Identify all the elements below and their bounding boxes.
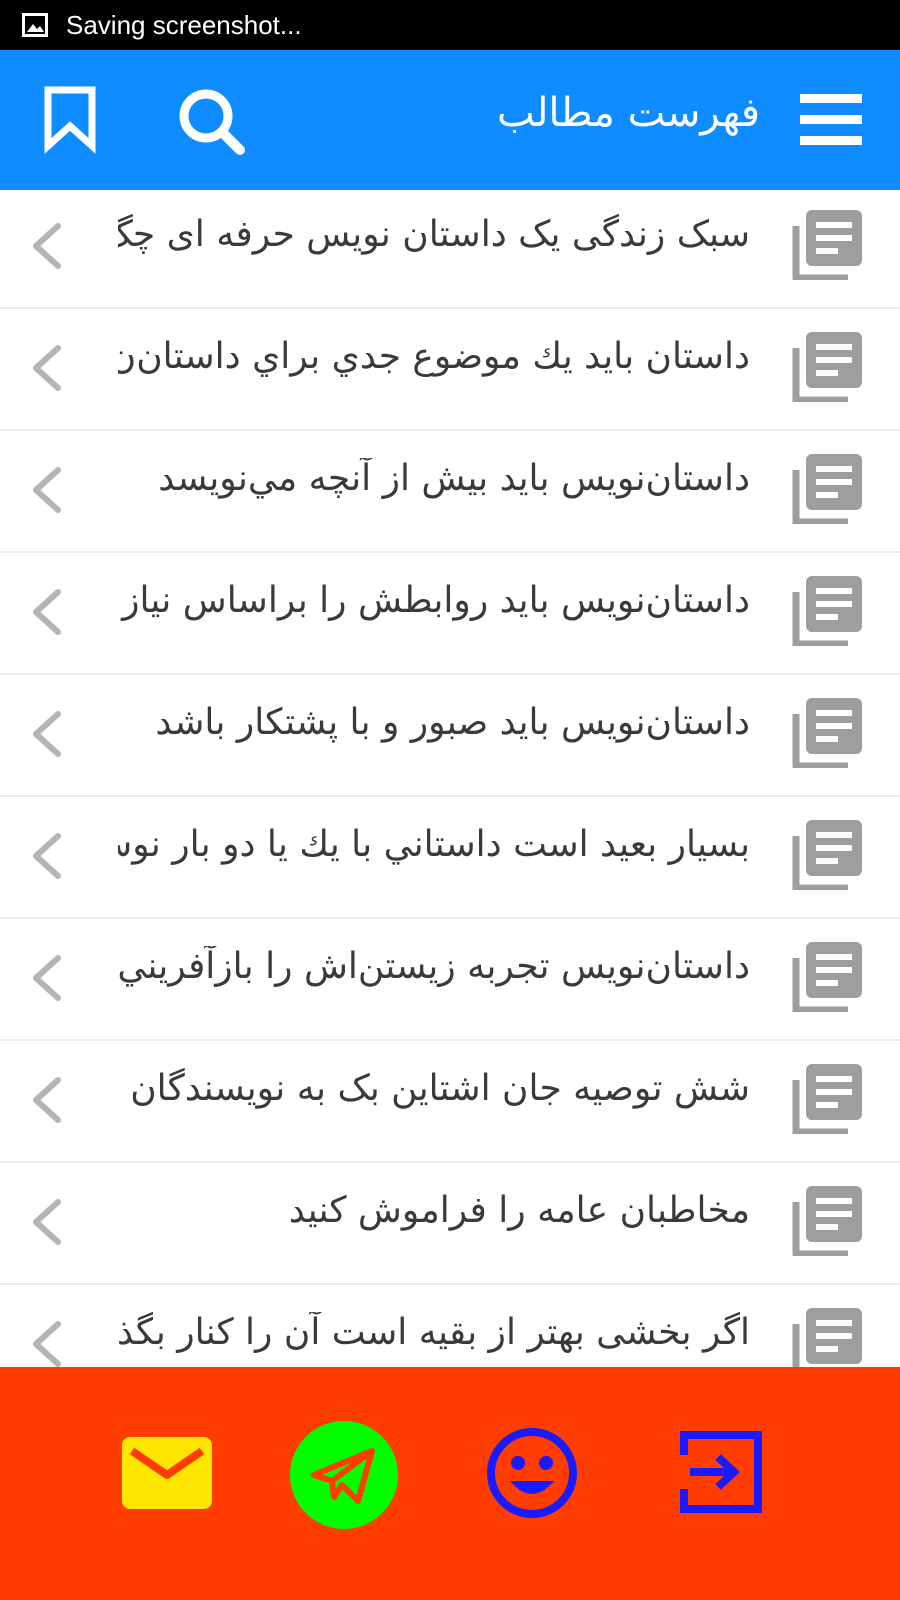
telegram-icon[interactable]	[290, 1421, 398, 1529]
article-icon	[792, 208, 864, 282]
chevron-left-icon	[28, 1196, 64, 1248]
article-icon	[792, 452, 864, 526]
article-title: داستان بايد يك موضوع جدي براي داستان‌ن	[118, 336, 750, 377]
article-icon	[792, 818, 864, 892]
list-item[interactable]: بسيار بعيد است داستاني با يك يا دو بار ن…	[0, 798, 900, 919]
article-icon	[792, 1062, 864, 1136]
search-icon[interactable]	[174, 84, 250, 160]
list-item[interactable]: داستان‌نويس بايد روابطش را براساس نياز ک	[0, 554, 900, 675]
article-title: شش توصیه جان اشتاین بک به نویسندگان	[130, 1068, 750, 1109]
article-title: بسيار بعيد است داستاني با يك يا دو بار ن…	[118, 824, 750, 865]
list-item[interactable]: داستان‌نويس تجربه زيستن‌اش را بازآفريني	[0, 920, 900, 1041]
app-bar: فهرست مطالب	[0, 50, 900, 190]
chevron-left-icon	[28, 342, 64, 394]
bottom-action-bar	[0, 1367, 900, 1600]
page-title: فهرست مطالب	[496, 90, 760, 136]
article-icon	[792, 940, 864, 1014]
status-text: Saving screenshot...	[66, 9, 302, 40]
chevron-left-icon	[28, 1318, 64, 1367]
list-item[interactable]: شش توصیه جان اشتاین بک به نویسندگان	[0, 1042, 900, 1163]
smiley-icon[interactable]	[486, 1427, 578, 1519]
list-item[interactable]: داستان‌نويس بايد بيش از آنچه مي‌نويسد	[0, 432, 900, 553]
chevron-left-icon	[28, 830, 64, 882]
article-icon	[792, 1184, 864, 1258]
chevron-left-icon	[28, 1074, 64, 1126]
chevron-left-icon	[28, 220, 64, 272]
list-item[interactable]: سبک زندگی یک داستان نویس حرفه ای چگ	[0, 190, 900, 309]
image-icon	[22, 11, 50, 39]
list-item[interactable]: داستان بايد يك موضوع جدي براي داستان‌ن	[0, 310, 900, 431]
article-title: مخاطبان عامه را فراموش کنید	[288, 1190, 750, 1231]
article-list: سبک زندگی یک داستان نویس حرفه ای چگ داستا…	[0, 190, 900, 1367]
article-title: داستان‌نويس بايد روابطش را براساس نياز ک	[118, 580, 750, 621]
article-icon	[792, 1306, 864, 1367]
mail-icon[interactable]	[122, 1437, 212, 1509]
login-icon[interactable]	[680, 1431, 762, 1513]
article-icon	[792, 330, 864, 404]
article-title: داستان‌نويس بايد بيش از آنچه مي‌نويسد	[158, 458, 750, 499]
status-bar: Saving screenshot...	[0, 0, 900, 50]
article-icon	[792, 574, 864, 648]
article-title: داستان‌نويس بايد صبور و با پشتكار باشد	[155, 702, 750, 743]
chevron-left-icon	[28, 464, 64, 516]
chevron-left-icon	[28, 586, 64, 638]
article-icon	[792, 696, 864, 770]
list-item[interactable]: اگر بخشی بهتر از بقیه است آن را کنار بگذ…	[0, 1286, 900, 1367]
article-title: سبک زندگی یک داستان نویس حرفه ای چگ	[118, 214, 750, 255]
article-title: اگر بخشی بهتر از بقیه است آن را کنار بگذ…	[118, 1312, 750, 1353]
article-title: داستان‌نويس تجربه زيستن‌اش را بازآفريني	[118, 946, 750, 987]
menu-icon[interactable]	[800, 94, 862, 146]
list-item[interactable]: داستان‌نويس بايد صبور و با پشتكار باشد	[0, 676, 900, 797]
chevron-left-icon	[28, 708, 64, 760]
list-item[interactable]: مخاطبان عامه را فراموش کنید	[0, 1164, 900, 1285]
chevron-left-icon	[28, 952, 64, 1004]
bookmark-icon[interactable]	[38, 84, 102, 154]
